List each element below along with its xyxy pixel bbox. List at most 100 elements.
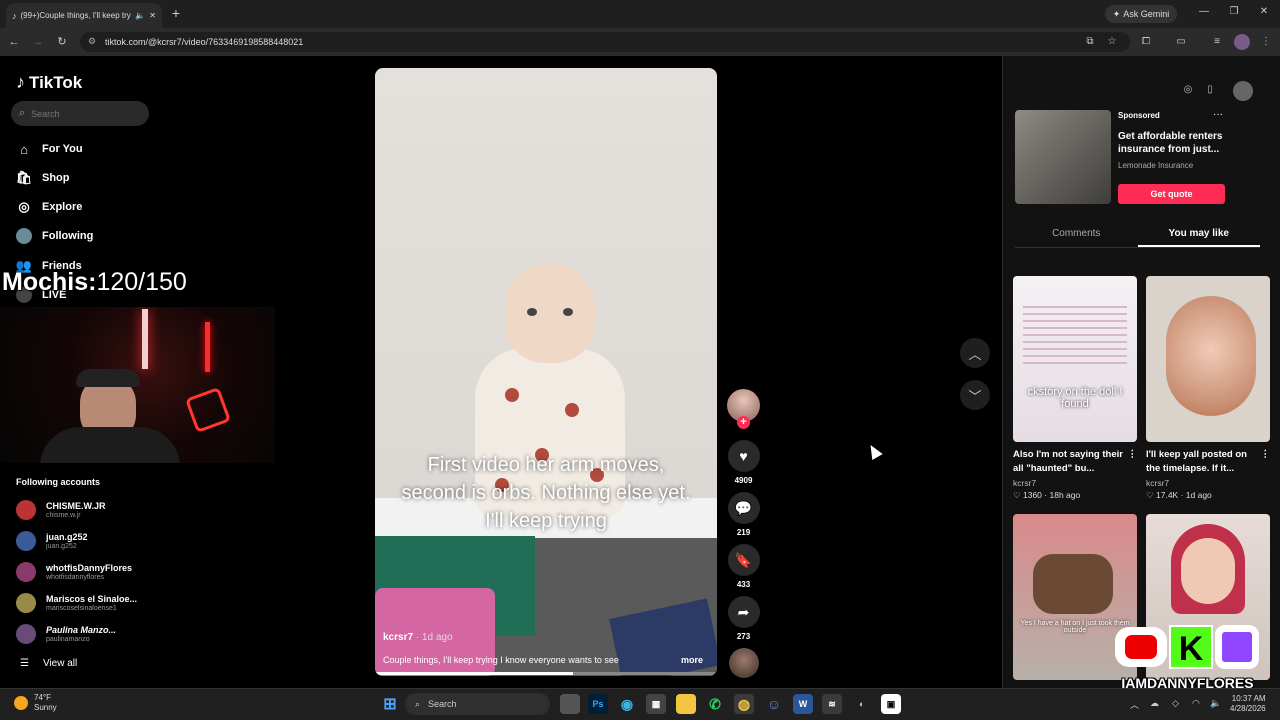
ad-more-icon[interactable]: ··· (1213, 109, 1223, 120)
following-account[interactable]: Mariscos el Sinaloe... mariscoselsinaloen… (16, 591, 137, 615)
card-user[interactable]: kcrsr7 (1013, 478, 1137, 488)
nav-label: Shop (42, 172, 70, 184)
clock-date: 4/28/2026 (1230, 704, 1266, 713)
like-button[interactable]: ♥ 4909 (727, 440, 760, 485)
tiktok-logo[interactable]: ♪ TikTok (16, 72, 82, 93)
video-age: · 1d ago (413, 632, 453, 643)
card-user[interactable]: kcrsr7 (1146, 478, 1270, 488)
view-all-link[interactable]: ☰ View all (20, 658, 77, 669)
forward-icon[interactable]: → (30, 34, 46, 50)
tab-you-may-like[interactable]: You may like (1137, 222, 1260, 247)
account-name: whotfisDannyFlores (46, 562, 133, 573)
sidepanel-icon[interactable]: ▭ (1173, 34, 1189, 50)
video-player[interactable]: First video her arm moves, second is orb… (375, 68, 717, 676)
nav-following[interactable]: Following (16, 227, 93, 245)
comment-count: 219 (736, 528, 751, 537)
volume-icon[interactable]: 🔈 (1210, 698, 1221, 709)
close-tab-icon[interactable]: ✕ (149, 11, 156, 20)
comment-button[interactable]: 💬 219 (727, 492, 760, 537)
account-handle: whotfisdannyflores (46, 573, 104, 581)
back-icon[interactable]: ← (6, 34, 22, 50)
url-bar[interactable]: ⚙ tiktok.com/@kcrsr7/video/7633469198588… (80, 32, 1130, 52)
tray-chevron-icon[interactable]: ︿ (1130, 698, 1139, 711)
task-view-icon[interactable] (560, 694, 580, 714)
follow-plus-icon[interactable]: + (737, 416, 750, 429)
account-handle: mariscoselsinaloense1 (46, 604, 117, 612)
store-icon[interactable]: ▦ (646, 694, 666, 714)
recommended-video[interactable]: I'll keep yall posted on the timelapse. … (1146, 276, 1270, 501)
search-input[interactable] (31, 108, 132, 119)
obs-icon[interactable]: ◐ (852, 694, 872, 714)
video-progress-bar[interactable] (375, 672, 717, 675)
extensions-icon[interactable]: ⧠ (1138, 34, 1154, 50)
reload-icon[interactable]: ↻ (54, 34, 70, 50)
taskbar-clock[interactable]: 10:37 AM 4/28/2026 (1230, 694, 1266, 714)
edge-icon[interactable]: ◉ (617, 694, 637, 714)
doll-head (505, 263, 595, 363)
following-account[interactable]: Paulina Manzo... paulinamanzo (16, 622, 116, 646)
share-icon: ➦ (727, 596, 760, 628)
bookmark-star-icon[interactable]: ☆ (1104, 34, 1120, 50)
nav-label: For You (42, 143, 83, 155)
new-tab-icon[interactable]: + (170, 6, 182, 20)
install-app-icon[interactable]: ⧉ (1082, 34, 1098, 50)
heart-icon: ♥ (727, 440, 760, 472)
get-quote-button[interactable]: Get quote (1118, 184, 1225, 204)
nav-shop[interactable]: 🛍 Shop (16, 169, 70, 187)
card-age: 18h ago (1049, 490, 1081, 500)
whatsapp-icon[interactable]: ✆ (705, 694, 725, 714)
browser-tab[interactable]: ♪ (99+)Couple things, I'll keep trying 🔈… (6, 3, 162, 28)
tiktok-live-icon[interactable]: ▣ (881, 694, 901, 714)
tray-app-icon[interactable]: ◇ (1172, 698, 1179, 709)
more-button[interactable]: more (681, 655, 703, 665)
site-info-icon[interactable]: ⚙ (88, 36, 96, 47)
account-avatar (16, 593, 36, 613)
share-count: 273 (736, 632, 751, 641)
windows-start-icon[interactable]: ⊞ (380, 694, 400, 714)
taskbar-search[interactable]: ⌕ Search (405, 693, 550, 715)
previous-video-button[interactable]: ︿ (960, 338, 990, 368)
explore-compass-icon[interactable]: ◎ (1180, 82, 1196, 98)
maximize-icon[interactable]: ❐ (1226, 6, 1242, 20)
following-accounts-title: Following accounts (16, 477, 101, 487)
device-icon[interactable]: ▯ (1202, 82, 1218, 98)
nav-explore[interactable]: ◎ Explore (16, 198, 82, 216)
wifi-icon[interactable]: ◠ (1192, 698, 1200, 709)
user-avatar[interactable] (1233, 81, 1253, 101)
url-text: tiktok.com/@kcrsr7/video/763346919858844… (105, 37, 304, 47)
word-icon[interactable]: W (793, 694, 813, 714)
share-button[interactable]: ➦ 273 (727, 596, 760, 641)
menu-kebab-icon[interactable]: ⋮ (1258, 34, 1274, 50)
search-box[interactable]: ⌕ (11, 101, 149, 126)
nav-for-you[interactable]: ⌂ For You (16, 140, 83, 158)
ad-thumbnail[interactable] (1015, 110, 1111, 204)
card-more-icon[interactable]: ⋮ (1261, 448, 1271, 476)
reading-list-icon[interactable]: ≡ (1209, 34, 1225, 50)
taskbar-search-label: Search (428, 699, 457, 709)
weather-widget[interactable]: 74°F Sunny (14, 693, 57, 713)
app-icon[interactable]: ≋ (822, 694, 842, 714)
video-author[interactable]: kcrsr7 · 1d ago (383, 632, 453, 643)
discord-icon[interactable]: ☺ (764, 694, 784, 714)
next-video-button[interactable]: ﹀ (960, 380, 990, 410)
ask-gemini-button[interactable]: ✦ Ask Gemini (1105, 5, 1177, 23)
minimize-icon[interactable]: — (1196, 6, 1212, 20)
chrome-icon[interactable]: ◍ (734, 694, 754, 714)
photoshop-icon[interactable]: Ps (588, 694, 608, 714)
file-explorer-icon[interactable] (676, 694, 696, 714)
account-name: Paulina Manzo... (46, 624, 117, 635)
streamer-social-badges: K IAMDANNYFLORES (1115, 625, 1260, 695)
following-account[interactable]: CHISME.W.JR chisme.w.jr (16, 498, 106, 522)
following-account[interactable]: whotfisDannyFlores whotfisdannyflores (16, 560, 132, 584)
audio-icon[interactable]: 🔈 (135, 11, 145, 20)
profile-avatar[interactable] (1234, 34, 1250, 50)
close-window-icon[interactable]: ✕ (1256, 6, 1272, 20)
tab-comments[interactable]: Comments (1015, 222, 1138, 247)
ad-title[interactable]: Get affordable renters insurance from ju… (1118, 130, 1228, 156)
save-button[interactable]: 🔖 433 (727, 544, 760, 589)
sound-avatar[interactable] (729, 648, 759, 678)
tray-app-icon[interactable]: ☁ (1150, 698, 1159, 709)
card-more-icon[interactable]: ⋮ (1128, 448, 1138, 476)
following-account[interactable]: juan.g252 juan.g252 (16, 529, 88, 553)
recommended-video[interactable]: ckstory on the doll I found Also I'm not… (1013, 276, 1137, 501)
